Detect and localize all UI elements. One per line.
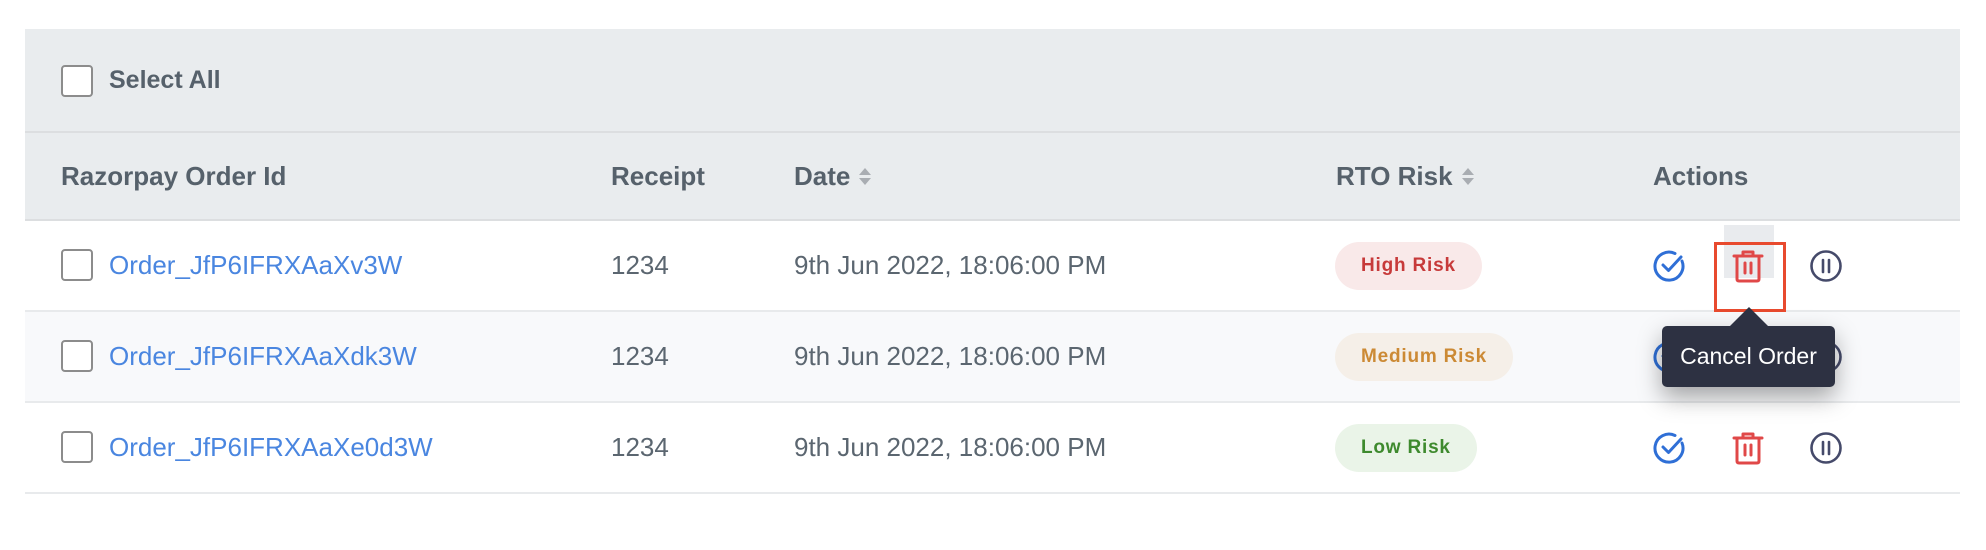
column-label: Date (794, 161, 851, 191)
column-label: RTO Risk (1336, 161, 1453, 191)
date-cell: 9th Jun 2022, 18:06:00 PM (794, 341, 1107, 371)
select-all-label: Select All (109, 66, 221, 94)
row-checkbox[interactable] (61, 431, 93, 463)
risk-badge: Medium Risk (1335, 333, 1513, 381)
column-header-rto-risk[interactable]: RTO Risk (1336, 133, 1474, 219)
trash-icon[interactable] (1730, 430, 1766, 466)
column-header-actions: Actions (1653, 133, 1748, 219)
sort-icon[interactable] (1461, 167, 1474, 185)
circle-check-icon[interactable] (1652, 430, 1688, 466)
orders-table: Select All Razorpay Order Id Receipt Dat… (25, 29, 1960, 494)
trash-icon[interactable] (1730, 248, 1766, 284)
pause-circle-icon[interactable] (1808, 430, 1844, 466)
receipt-cell: 1234 (611, 341, 669, 371)
column-header-date[interactable]: Date (794, 133, 872, 219)
date-cell: 9th Jun 2022, 18:06:00 PM (794, 432, 1107, 462)
date-cell: 9th Jun 2022, 18:06:00 PM (794, 250, 1107, 280)
column-label: Receipt (611, 161, 705, 191)
column-header-receipt: Receipt (611, 133, 705, 219)
row-checkbox[interactable] (61, 249, 93, 281)
select-all-bar: Select All (25, 29, 1960, 133)
order-id-link[interactable]: Order_JfP6IFRXAaXv3W (109, 221, 402, 310)
table-row: Order_JfP6IFRXAaXe0d3W 1234 9th Jun 2022… (25, 403, 1960, 494)
risk-badge: High Risk (1335, 242, 1482, 290)
sort-icon[interactable] (859, 167, 872, 185)
circle-check-icon[interactable] (1652, 248, 1688, 284)
select-all-checkbox[interactable] (61, 65, 93, 97)
row-checkbox[interactable] (61, 340, 93, 372)
column-label: Actions (1653, 161, 1749, 191)
cancel-order-tooltip: Cancel Order (1662, 307, 1835, 387)
order-id-link[interactable]: Order_JfP6IFRXAaXe0d3W (109, 403, 433, 492)
column-header-order-id: Razorpay Order Id (61, 133, 286, 219)
risk-badge: Low Risk (1335, 424, 1477, 472)
receipt-cell: 1234 (611, 432, 669, 462)
pause-circle-icon[interactable] (1808, 248, 1844, 284)
column-label: Razorpay Order Id (61, 161, 287, 191)
table-row: Order_JfP6IFRXAaXv3W 1234 9th Jun 2022, … (25, 221, 1960, 312)
table-header: Razorpay Order Id Receipt Date RTO Risk … (25, 133, 1960, 221)
receipt-cell: 1234 (611, 250, 669, 280)
order-id-link[interactable]: Order_JfP6IFRXAaXdk3W (109, 312, 417, 401)
